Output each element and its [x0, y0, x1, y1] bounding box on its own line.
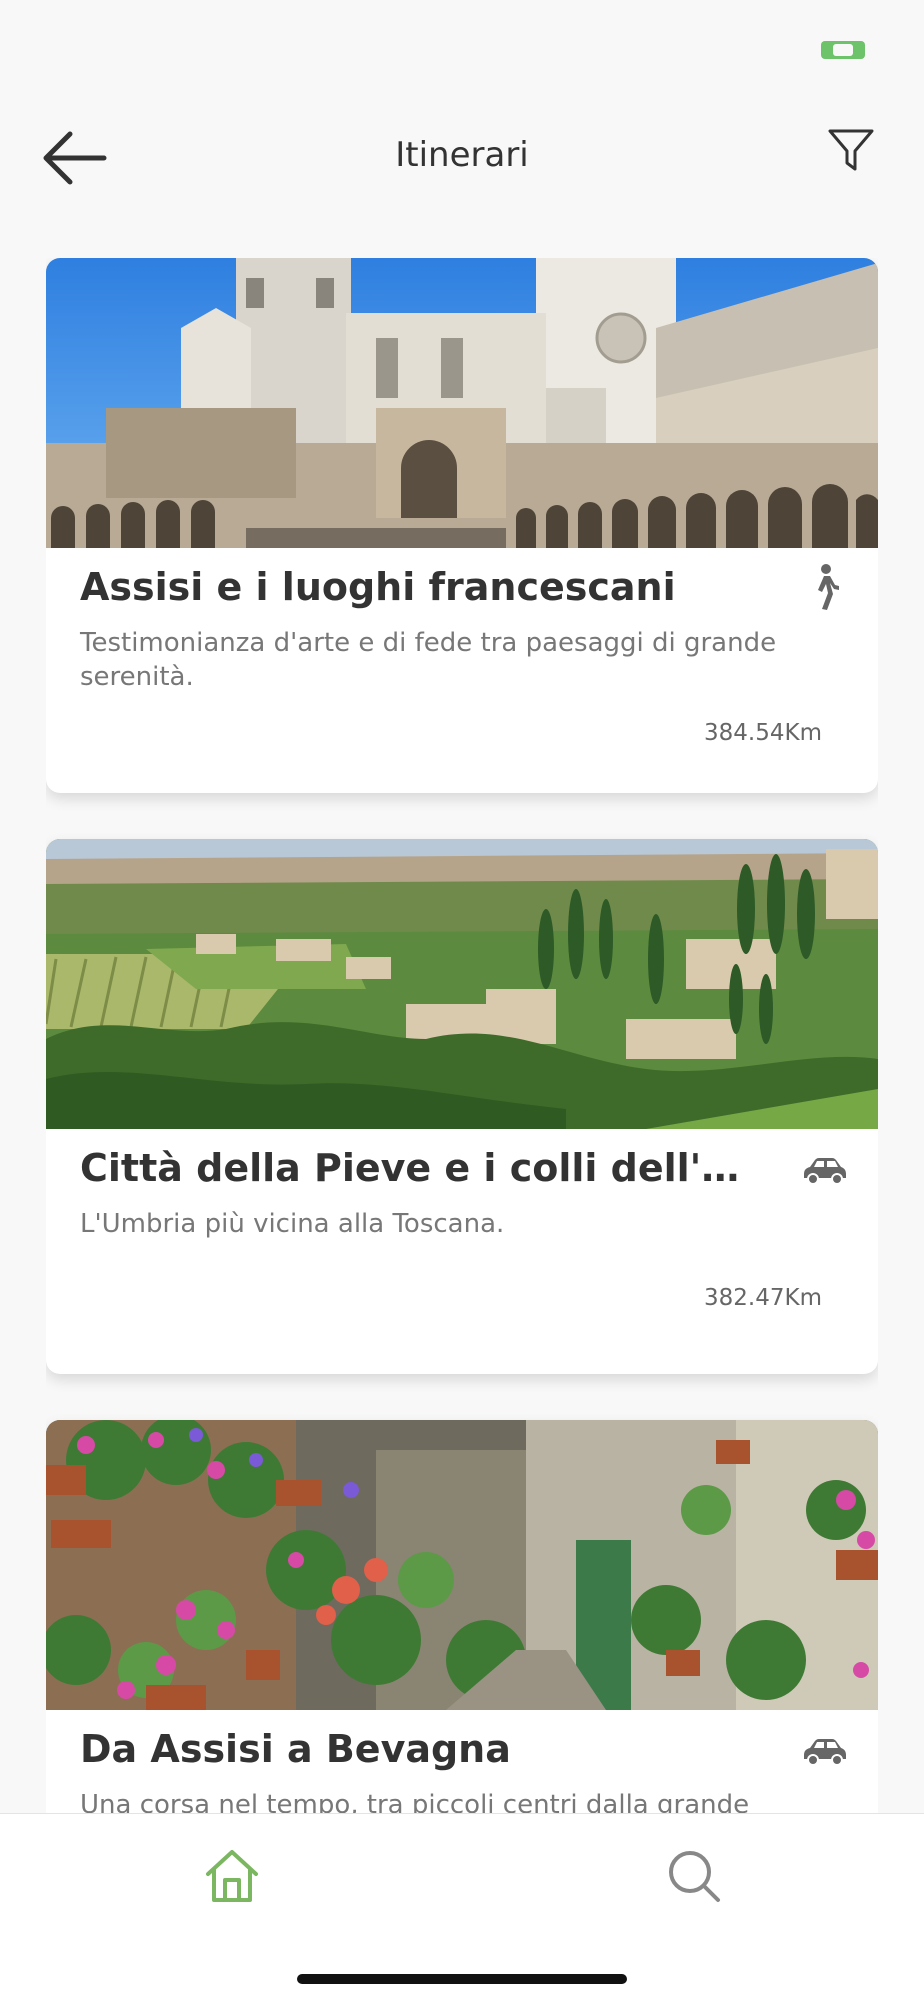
- itinerary-description: Una corsa nel tempo, tra piccoli centri …: [80, 1790, 750, 1813]
- header: Itinerari: [0, 110, 924, 200]
- home-indicator: [297, 1974, 627, 1984]
- bottom-navigation: [0, 1813, 924, 2001]
- page-title: Itinerari: [395, 135, 529, 175]
- itinerary-description: Testimonianza d'arte e di fede tra paesa…: [80, 628, 777, 692]
- search-icon: [669, 1851, 720, 1902]
- tab-home[interactable]: [200, 1844, 264, 1908]
- itinerary-distance: 384.54Km: [704, 720, 822, 746]
- itinerary-card[interactable]: Assisi e i luoghi francescani Testimonia…: [46, 258, 878, 793]
- filter-button[interactable]: [826, 125, 886, 185]
- itinerary-list[interactable]: Assisi e i luoghi francescani Testimonia…: [46, 258, 878, 1813]
- itinerary-card[interactable]: Città della Pieve e i colli dell'U... L'…: [46, 839, 878, 1374]
- itinerary-image-citta-della-pieve: [46, 839, 878, 1129]
- home-icon: [206, 1850, 258, 1902]
- filter-icon: [828, 129, 874, 171]
- car-icon: [800, 1725, 848, 1775]
- walking-person-icon: [800, 563, 848, 613]
- car-icon: [800, 1144, 848, 1194]
- itinerary-card[interactable]: Da Assisi a Bevagna Una corsa nel tempo,…: [46, 1420, 878, 1813]
- itinerary-distance: 382.47Km: [704, 1285, 822, 1311]
- status-indicator: [821, 41, 865, 59]
- itinerary-image-flowered-alley: [46, 1420, 878, 1710]
- itinerary-description: L'Umbria più vicina alla Toscana.: [80, 1209, 505, 1239]
- itinerary-title: Città della Pieve e i colli dell'U...: [80, 1146, 770, 1190]
- tab-search[interactable]: [662, 1844, 726, 1908]
- itinerary-title: Da Assisi a Bevagna: [80, 1727, 511, 1771]
- itinerary-image-assisi-basilica: [46, 258, 878, 548]
- itinerary-title: Assisi e i luoghi francescani: [80, 565, 676, 609]
